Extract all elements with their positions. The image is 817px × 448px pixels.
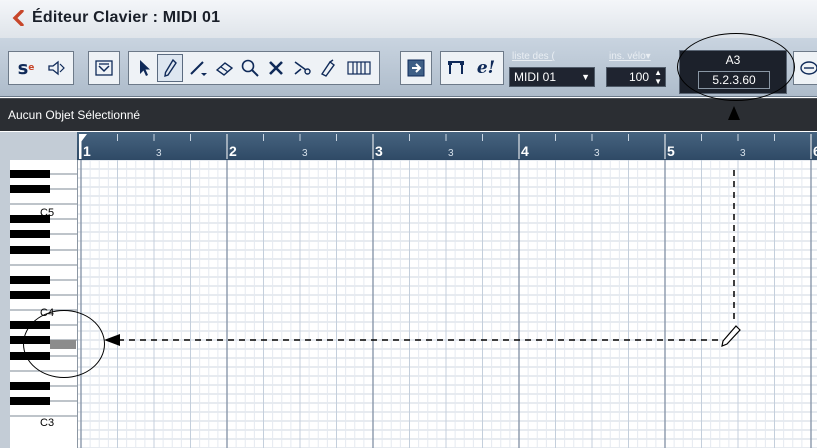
key-editor-window: Éditeur Clavier : MIDI 01 se e! liste de… — [0, 0, 817, 448]
up-arrow-icon — [728, 106, 740, 120]
position-highlight-ring — [677, 33, 795, 101]
pencil-cursor-icon — [721, 325, 741, 347]
key-highlight-ring — [23, 310, 105, 378]
left-arrow-icon — [104, 334, 120, 346]
